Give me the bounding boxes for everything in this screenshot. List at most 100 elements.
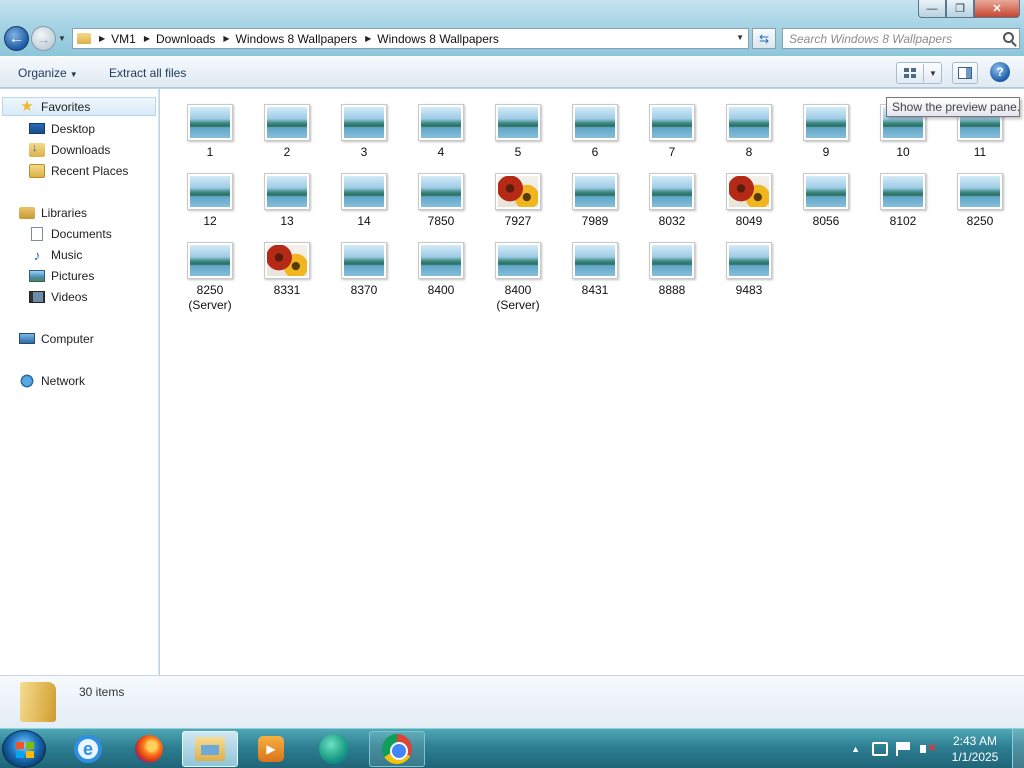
file-item[interactable]: 9 <box>791 104 861 160</box>
file-name: 8331 <box>273 283 301 297</box>
sidebar-item-desktop[interactable]: Desktop <box>29 119 95 138</box>
search-placeholder: Search Windows 8 Wallpapers <box>789 31 953 46</box>
file-item[interactable]: 14 <box>329 173 399 229</box>
change-view-button[interactable]: ▼ <box>896 62 942 84</box>
help-button[interactable]: ? <box>990 62 1010 82</box>
recent-pages-dropdown[interactable]: ▼ <box>58 34 66 43</box>
action-center-flag-icon[interactable] <box>896 742 912 756</box>
window-titlebar: — ❐ ✕ ← → ▼ ▶ VM1 ▶ Downloads ▶ Windows … <box>0 0 1024 56</box>
file-item[interactable]: 8056 <box>791 173 861 229</box>
address-bar[interactable]: ▶ VM1 ▶ Downloads ▶ Windows 8 Wallpapers… <box>72 28 749 49</box>
chevron-down-icon[interactable]: ▼ <box>929 69 937 78</box>
taskbar-file-explorer[interactable] <box>182 731 238 767</box>
sidebar-item-computer[interactable]: Computer <box>19 329 94 348</box>
image-thumbnail-landscape-icon <box>880 173 926 210</box>
file-item[interactable]: 2 <box>252 104 322 160</box>
file-item[interactable]: 6 <box>560 104 630 160</box>
file-item[interactable]: 7850 <box>406 173 476 229</box>
file-item[interactable]: 8049 <box>714 173 784 229</box>
file-item[interactable]: 8032 <box>637 173 707 229</box>
search-box[interactable]: Search Windows 8 Wallpapers <box>782 28 1020 49</box>
forward-button[interactable]: → <box>31 26 56 51</box>
volume-muted-icon[interactable] <box>920 739 936 756</box>
file-item[interactable]: 8250 <box>945 173 1015 229</box>
file-item[interactable]: 4 <box>406 104 476 160</box>
file-name: 8431 <box>581 283 609 297</box>
sidebar-item-label: Favorites <box>41 99 91 114</box>
extract-all-button[interactable]: Extract all files <box>109 66 186 80</box>
sidebar-item-pictures[interactable]: Pictures <box>29 266 94 285</box>
breadcrumb-separator[interactable]: ▶ <box>223 34 229 43</box>
start-button[interactable] <box>2 730 46 768</box>
file-name: 12 <box>203 214 217 228</box>
sidebar-item-libraries[interactable]: Libraries <box>19 203 87 222</box>
file-item[interactable]: 3 <box>329 104 399 160</box>
organize-button[interactable]: Organize ▼ <box>18 66 78 80</box>
refresh-button[interactable]: ⇆ <box>752 28 776 49</box>
sidebar-item-label: Documents <box>51 226 112 241</box>
maximize-button[interactable]: ❐ <box>946 0 974 18</box>
breadcrumb-wallpapers-current[interactable]: Windows 8 Wallpapers <box>377 32 499 46</box>
edge-icon <box>319 734 349 764</box>
sidebar-item-recent-places[interactable]: Recent Places <box>29 161 128 180</box>
file-item[interactable]: 8250 (Server) <box>175 242 245 313</box>
file-item[interactable]: 7927 <box>483 173 553 229</box>
chevron-down-icon: ▼ <box>69 70 78 79</box>
file-name: 8400 (Server) <box>496 283 540 312</box>
address-dropdown[interactable]: ▼ <box>736 33 744 42</box>
file-item[interactable]: 7 <box>637 104 707 160</box>
show-hidden-icons-button[interactable]: ▲ <box>851 744 860 754</box>
file-item[interactable]: 8888 <box>637 242 707 298</box>
taskbar-media-player[interactable]: ▶ <box>243 731 299 767</box>
image-thumbnail-landscape-icon <box>495 242 541 279</box>
file-item[interactable]: 8400 <box>406 242 476 298</box>
breadcrumb-wallpapers-parent[interactable]: Windows 8 Wallpapers <box>236 32 358 46</box>
breadcrumb-downloads[interactable]: Downloads <box>156 32 215 46</box>
file-list[interactable]: 1 2 3 4 5 6 7 8 9 10 11 12 13 14 7850 7927 7989 8032 8049 8… <box>160 89 1024 675</box>
taskbar-firefox[interactable] <box>121 731 177 767</box>
file-item[interactable]: 8331 <box>252 242 322 298</box>
file-item[interactable]: 12 <box>175 173 245 229</box>
breadcrumb-separator[interactable]: ▶ <box>365 34 371 43</box>
file-name: 8032 <box>658 214 686 228</box>
file-item[interactable]: 8 <box>714 104 784 160</box>
show-desktop-button[interactable] <box>1012 729 1024 768</box>
taskbar-internet-explorer[interactable]: e <box>60 731 116 767</box>
file-name: 2 <box>283 145 291 159</box>
file-name: 7 <box>668 145 676 159</box>
file-item[interactable]: 8102 <box>868 173 938 229</box>
breadcrumb-vm1[interactable]: VM1 <box>111 32 136 46</box>
sidebar-item-favorites[interactable]: ★ Favorites <box>2 97 156 116</box>
file-name: 7927 <box>504 214 532 228</box>
taskbar-chrome[interactable] <box>369 731 425 767</box>
breadcrumb-separator[interactable]: ▶ <box>99 34 105 43</box>
image-thumbnail-landscape-icon <box>187 242 233 279</box>
internet-explorer-icon: e <box>74 735 102 763</box>
sidebar-item-music[interactable]: ♪ Music <box>29 245 83 264</box>
clock[interactable]: 2:43 AM 1/1/2025 <box>944 733 1006 765</box>
close-button[interactable]: ✕ <box>974 0 1020 18</box>
file-item[interactable]: 13 <box>252 173 322 229</box>
file-item[interactable]: 1 <box>175 104 245 160</box>
file-item[interactable]: 8370 <box>329 242 399 298</box>
file-item[interactable]: 7989 <box>560 173 630 229</box>
sidebar-item-network[interactable]: Network <box>19 371 85 390</box>
image-thumbnail-landscape-icon <box>341 173 387 210</box>
sidebar-item-downloads[interactable]: Downloads <box>29 140 110 159</box>
documents-icon <box>31 226 43 241</box>
image-thumbnail-landscape-icon <box>803 173 849 210</box>
sidebar-item-videos[interactable]: Videos <box>29 287 87 306</box>
back-button[interactable]: ← <box>4 26 29 51</box>
sidebar-item-documents[interactable]: Documents <box>29 224 112 243</box>
file-item[interactable]: 8431 <box>560 242 630 298</box>
file-item[interactable]: 9483 <box>714 242 784 298</box>
network-icon[interactable] <box>872 742 888 756</box>
search-icon[interactable] <box>1003 32 1014 43</box>
taskbar-edge[interactable] <box>306 731 362 767</box>
preview-pane-button[interactable] <box>952 62 978 84</box>
breadcrumb-separator[interactable]: ▶ <box>144 34 150 43</box>
folder-icon <box>77 33 91 44</box>
file-item[interactable]: 8400 (Server) <box>483 242 553 313</box>
file-item[interactable]: 5 <box>483 104 553 160</box>
minimize-button[interactable]: — <box>918 0 946 18</box>
